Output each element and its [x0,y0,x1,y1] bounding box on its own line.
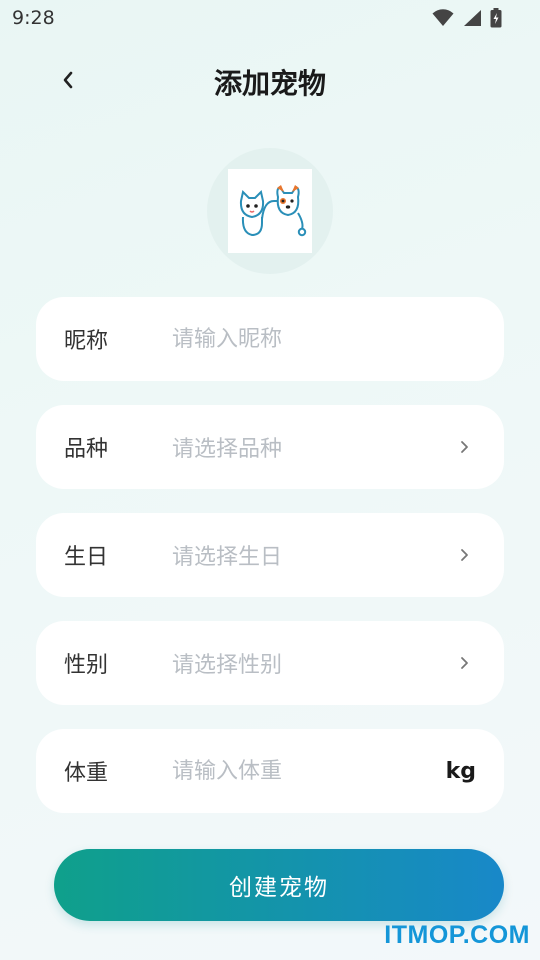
birthday-label: 生日 [64,545,109,570]
status-bar: 9:28 [0,0,540,36]
gender-select[interactable]: 请选择性别 [172,647,282,679]
signal-icon [464,10,481,26]
gender-label: 性别 [64,653,109,678]
weight-unit: kg [445,758,476,784]
breed-label: 品种 [64,437,109,462]
header: 添加宠物 [0,52,540,108]
nickname-input[interactable] [172,319,432,359]
status-icons [432,8,502,28]
birthday-select[interactable]: 请选择生日 [172,539,282,571]
birthday-row[interactable]: 生日 请选择生日 [36,513,504,597]
battery-charging-icon [490,8,502,28]
nickname-row: 昵称 [36,297,504,381]
weight-label: 体重 [64,761,109,786]
create-pet-button[interactable]: 创建宠物 [54,849,504,921]
status-time: 9:28 [12,7,55,29]
weight-input[interactable] [172,751,432,791]
avatar [228,169,312,253]
chevron-right-icon [454,437,474,457]
page-title: 添加宠物 [213,67,326,100]
wifi-icon [432,9,454,26]
weight-row: 体重 kg [36,729,504,813]
chevron-right-icon [454,545,474,565]
nickname-label: 昵称 [64,329,109,354]
avatar-upload[interactable] [207,148,333,274]
pet-cat-dog-stethoscope-logo [239,185,307,237]
breed-select[interactable]: 请选择品种 [172,431,282,463]
chevron-right-icon [454,653,474,673]
watermark: ITMOP.COM [384,921,530,949]
gender-row[interactable]: 性别 请选择性别 [36,621,504,705]
breed-row[interactable]: 品种 请选择品种 [36,405,504,489]
